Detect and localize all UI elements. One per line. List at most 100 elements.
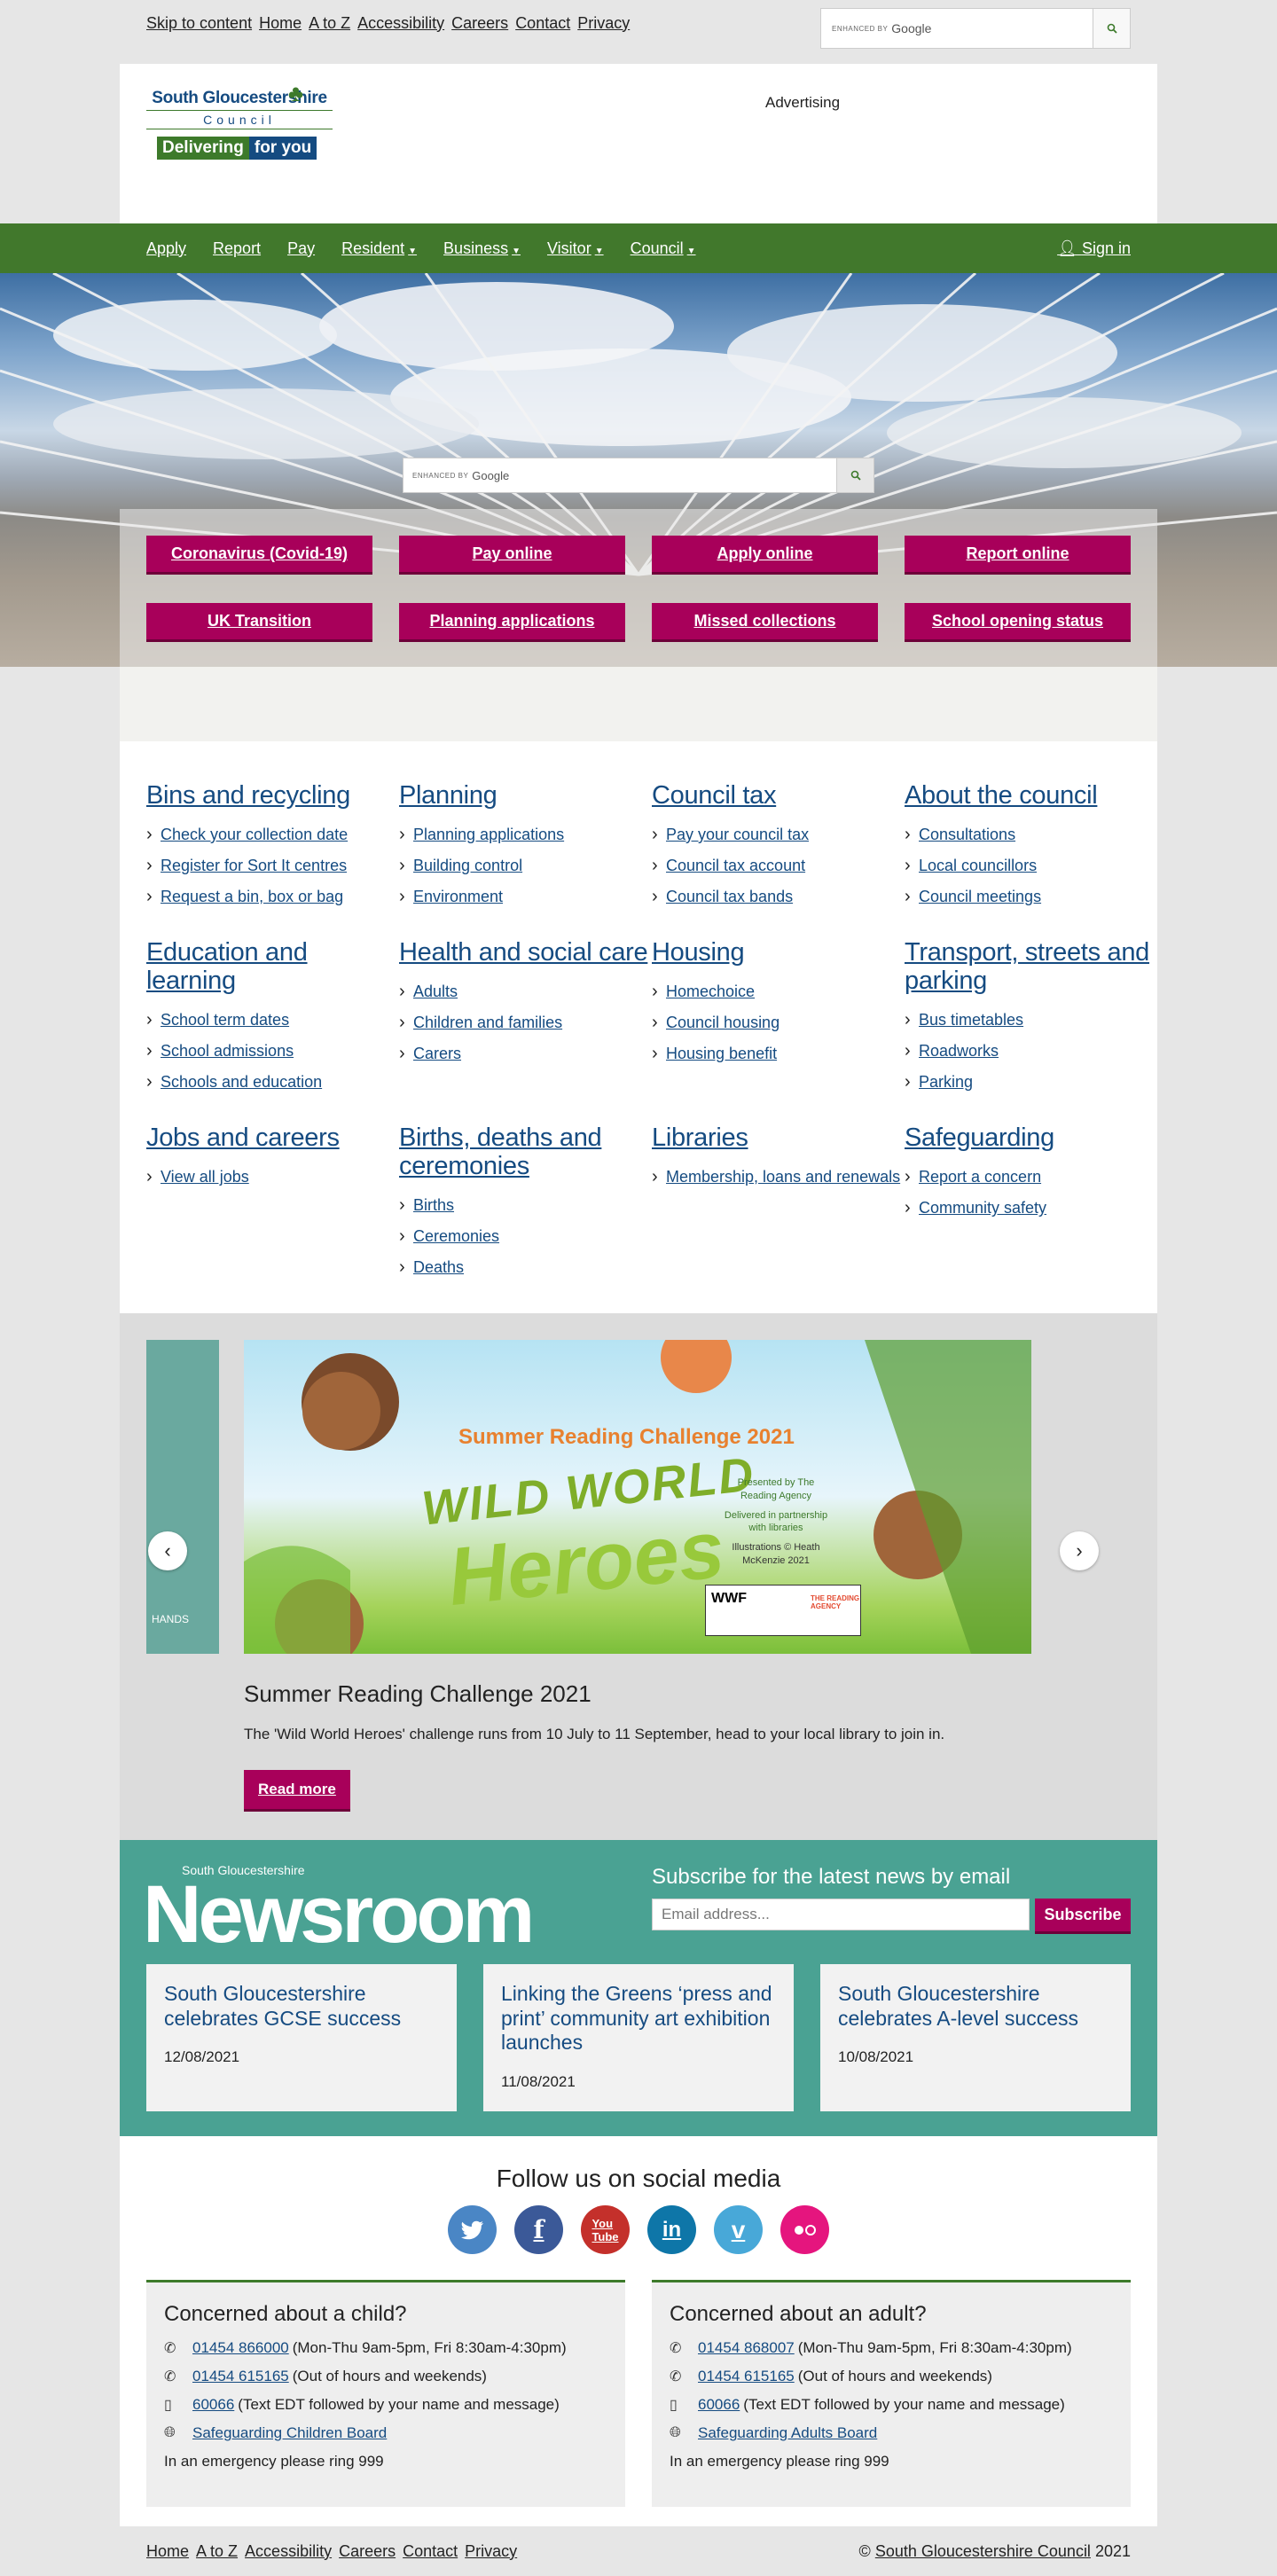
board-link[interactable]: Safeguarding Children Board [192, 2424, 387, 2442]
service-heading[interactable]: Jobs and careers [146, 1124, 399, 1153]
text-link[interactable]: 60066 [698, 2396, 740, 2414]
nav-visitor[interactable]: Visitor ▼ [547, 239, 604, 258]
service-link[interactable]: Adults [413, 983, 458, 1000]
service-heading[interactable]: Births, deaths and ceremonies [399, 1124, 652, 1181]
service-link[interactable]: Schools and education [161, 1073, 322, 1091]
contact-link[interactable]: Contact [515, 14, 570, 33]
copyright-org-link[interactable]: South Gloucestershire Council [875, 2542, 1091, 2560]
service-link[interactable]: Births [413, 1196, 454, 1214]
service-heading[interactable]: Safeguarding [905, 1124, 1157, 1153]
service-link[interactable]: Membership, loans and renewals [666, 1168, 900, 1186]
privacy-link[interactable]: Privacy [577, 14, 630, 33]
service-link[interactable]: Carers [413, 1045, 461, 1062]
carousel-next-button[interactable]: › [1060, 1531, 1099, 1571]
hero-search-input[interactable]: ENHANCED BY Google [403, 458, 836, 492]
careers-link[interactable]: Careers [451, 14, 508, 33]
carousel-prev-button[interactable]: ‹ [148, 1531, 187, 1571]
service-link[interactable]: Council tax bands [666, 888, 793, 905]
nav-business[interactable]: Business ▼ [443, 239, 521, 258]
service-heading[interactable]: Education and learning [146, 938, 399, 996]
service-link[interactable]: Environment [413, 888, 503, 905]
news-card[interactable]: South Gloucestershire celebrates GCSE su… [146, 1964, 457, 2112]
service-link[interactable]: Request a bin, box or bag [161, 888, 343, 905]
quick-link-uk-transition[interactable]: UK Transition [146, 603, 372, 642]
service-link[interactable]: Council housing [666, 1014, 780, 1031]
summer-reading-image[interactable]: Summer Reading Challenge 2021 WILD WORLD… [244, 1340, 1031, 1655]
service-link[interactable]: Council tax account [666, 857, 805, 874]
service-link[interactable]: School term dates [161, 1011, 289, 1029]
footer-accessibility-link[interactable]: Accessibility [245, 2542, 332, 2561]
skip-to-content-link[interactable]: Skip to content [146, 14, 252, 33]
facebook-icon[interactable]: f [514, 2205, 563, 2255]
service-link[interactable]: Council meetings [919, 888, 1041, 905]
phone-link[interactable]: 01454 868007 [698, 2339, 795, 2357]
service-link[interactable]: View all jobs [161, 1168, 249, 1186]
service-link[interactable]: Roadworks [919, 1042, 999, 1060]
news-title[interactable]: South Gloucestershire celebrates GCSE su… [164, 1982, 439, 2031]
youtube-icon[interactable]: You Tube [581, 2205, 630, 2255]
service-link[interactable]: Report a concern [919, 1168, 1041, 1186]
footer-privacy-link[interactable]: Privacy [465, 2542, 517, 2561]
hero-search-button[interactable] [836, 458, 874, 492]
service-link[interactable]: Deaths [413, 1258, 464, 1276]
service-heading[interactable]: Housing [652, 938, 905, 967]
service-link[interactable]: Homechoice [666, 983, 755, 1000]
service-link[interactable]: Community safety [919, 1199, 1046, 1217]
service-heading[interactable]: Bins and recycling [146, 781, 399, 810]
phone-link[interactable]: 01454 615165 [192, 2368, 289, 2385]
phone-link[interactable]: 01454 866000 [192, 2339, 289, 2357]
service-heading[interactable]: Libraries [652, 1124, 905, 1153]
twitter-icon[interactable] [448, 2205, 497, 2255]
home-link[interactable]: Home [259, 14, 302, 33]
nav-council[interactable]: Council ▼ [631, 239, 696, 258]
footer-a-to-z-link[interactable]: A to Z [196, 2542, 238, 2561]
service-link[interactable]: Building control [413, 857, 522, 874]
vimeo-icon[interactable]: v [714, 2205, 763, 2255]
service-link[interactable]: Consultations [919, 826, 1015, 843]
service-heading[interactable]: Council tax [652, 781, 905, 810]
a-to-z-link[interactable]: A to Z [309, 14, 350, 33]
text-link[interactable]: 60066 [192, 2396, 234, 2414]
newsroom-logo[interactable]: Newsroom [143, 1874, 535, 1955]
service-link[interactable]: School admissions [161, 1042, 294, 1060]
quick-link-apply-online[interactable]: Apply online [652, 536, 878, 575]
footer-home-link[interactable]: Home [146, 2542, 189, 2561]
nav-report[interactable]: Report [213, 239, 261, 258]
sign-in-link[interactable]: 👤︎ Sign in [1057, 239, 1131, 258]
service-link[interactable]: Pay your council tax [666, 826, 809, 843]
service-link[interactable]: Housing benefit [666, 1045, 777, 1062]
footer-careers-link[interactable]: Careers [339, 2542, 396, 2561]
nav-apply[interactable]: Apply [146, 239, 186, 258]
quick-link-planning-applications[interactable]: Planning applications [399, 603, 625, 642]
service-heading[interactable]: Transport, streets and parking [905, 938, 1157, 996]
service-link[interactable]: Ceremonies [413, 1227, 499, 1245]
service-link[interactable]: Parking [919, 1073, 973, 1091]
quick-link-report-online[interactable]: Report online [905, 536, 1131, 575]
board-link[interactable]: Safeguarding Adults Board [698, 2424, 877, 2442]
footer-contact-link[interactable]: Contact [403, 2542, 458, 2561]
quick-link-missed-collections[interactable]: Missed collections [652, 603, 878, 642]
service-heading[interactable]: Planning [399, 781, 652, 810]
quick-link-coronavirus[interactable]: Coronavirus (Covid-19) [146, 536, 372, 575]
service-link[interactable]: Planning applications [413, 826, 564, 843]
read-more-button[interactable]: Read more [244, 1770, 350, 1813]
news-title[interactable]: South Gloucestershire celebrates A-level… [838, 1982, 1113, 2031]
site-search-button[interactable] [1093, 9, 1130, 48]
service-link[interactable]: Bus timetables [919, 1011, 1023, 1029]
service-link[interactable]: Register for Sort It centres [161, 857, 347, 874]
phone-link[interactable]: 01454 615165 [698, 2368, 795, 2385]
service-link[interactable]: Local councillors [919, 857, 1037, 874]
subscribe-button[interactable]: Subscribe [1035, 1899, 1131, 1935]
news-card[interactable]: Linking the Greens ‘press and print’ com… [483, 1964, 794, 2112]
nav-pay[interactable]: Pay [287, 239, 315, 258]
service-link[interactable]: Children and families [413, 1014, 562, 1031]
flickr-icon[interactable] [780, 2205, 829, 2255]
news-title[interactable]: Linking the Greens ‘press and print’ com… [501, 1982, 776, 2055]
quick-link-pay-online[interactable]: Pay online [399, 536, 625, 575]
service-link[interactable]: Check your collection date [161, 826, 348, 843]
quick-link-school-opening-status[interactable]: School opening status [905, 603, 1131, 642]
site-search-input[interactable]: ENHANCED BY Google [821, 9, 1093, 48]
service-heading[interactable]: Health and social care [399, 938, 652, 967]
accessibility-link[interactable]: Accessibility [357, 14, 444, 33]
email-field[interactable]: Email address... [652, 1899, 1030, 1931]
